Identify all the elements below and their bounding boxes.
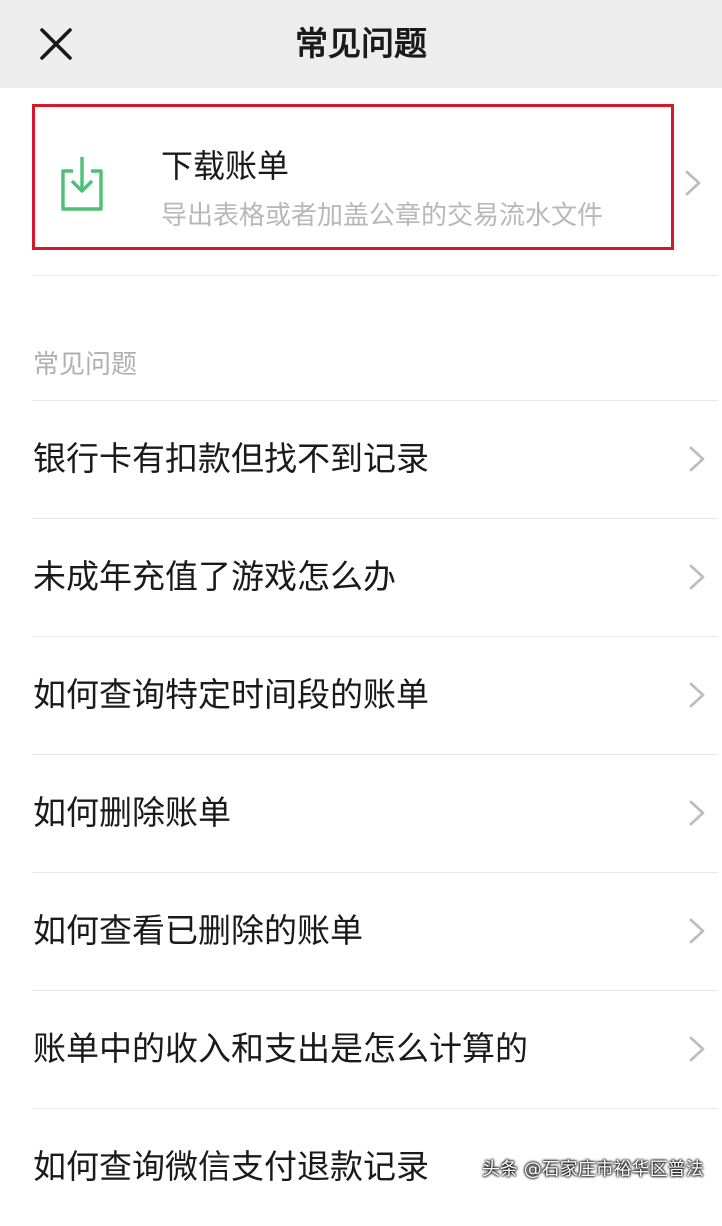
faq-item[interactable]: 如何查询特定时间段的账单 (32, 636, 718, 754)
chevron-right-icon (689, 800, 705, 826)
section-label: 常见问题 (33, 350, 138, 380)
close-button[interactable] (36, 24, 76, 64)
faq-item-label: 银行卡有扣款但找不到记录 (33, 439, 429, 478)
faq-list: 银行卡有扣款但找不到记录 未成年充值了游戏怎么办 如何查询特定时间段的账单 如何… (0, 400, 722, 1226)
download-bill-button[interactable]: 下载账单 导出表格或者加盖公章的交易流水文件 (32, 104, 674, 250)
chevron-right-icon (689, 564, 705, 590)
faq-item-label: 账单中的收入和支出是怎么计算的 (33, 1029, 528, 1068)
chevron-right-icon (689, 446, 705, 472)
faq-item-label: 未成年充值了游戏怎么办 (33, 557, 396, 596)
watermark: 头条 @石家庄市裕华区普法 (482, 1159, 704, 1180)
faq-item-label: 如何查询微信支付退款记录 (33, 1147, 429, 1186)
divider (32, 275, 718, 276)
close-icon (40, 28, 72, 60)
header-bar: 常见问题 (0, 0, 722, 88)
download-icon (59, 153, 105, 213)
chevron-right-icon (689, 1036, 705, 1062)
faq-item-label: 如何删除账单 (33, 793, 231, 832)
download-bill-subtitle: 导出表格或者加盖公章的交易流水文件 (161, 201, 604, 231)
faq-item[interactable]: 未成年充值了游戏怎么办 (32, 518, 718, 636)
page-title: 常见问题 (295, 24, 427, 63)
faq-item[interactable]: 如何删除账单 (32, 754, 718, 872)
chevron-right-icon (689, 682, 705, 708)
faq-item[interactable]: 银行卡有扣款但找不到记录 (32, 400, 718, 518)
faq-item-label: 如何查看已删除的账单 (33, 911, 363, 950)
chevron-right-icon (685, 170, 701, 196)
chevron-right-icon (689, 918, 705, 944)
faq-item[interactable]: 如何查看已删除的账单 (32, 872, 718, 990)
faq-item-label: 如何查询特定时间段的账单 (33, 675, 429, 714)
faq-item[interactable]: 账单中的收入和支出是怎么计算的 (32, 990, 718, 1108)
download-bill-title: 下载账单 (161, 147, 290, 185)
